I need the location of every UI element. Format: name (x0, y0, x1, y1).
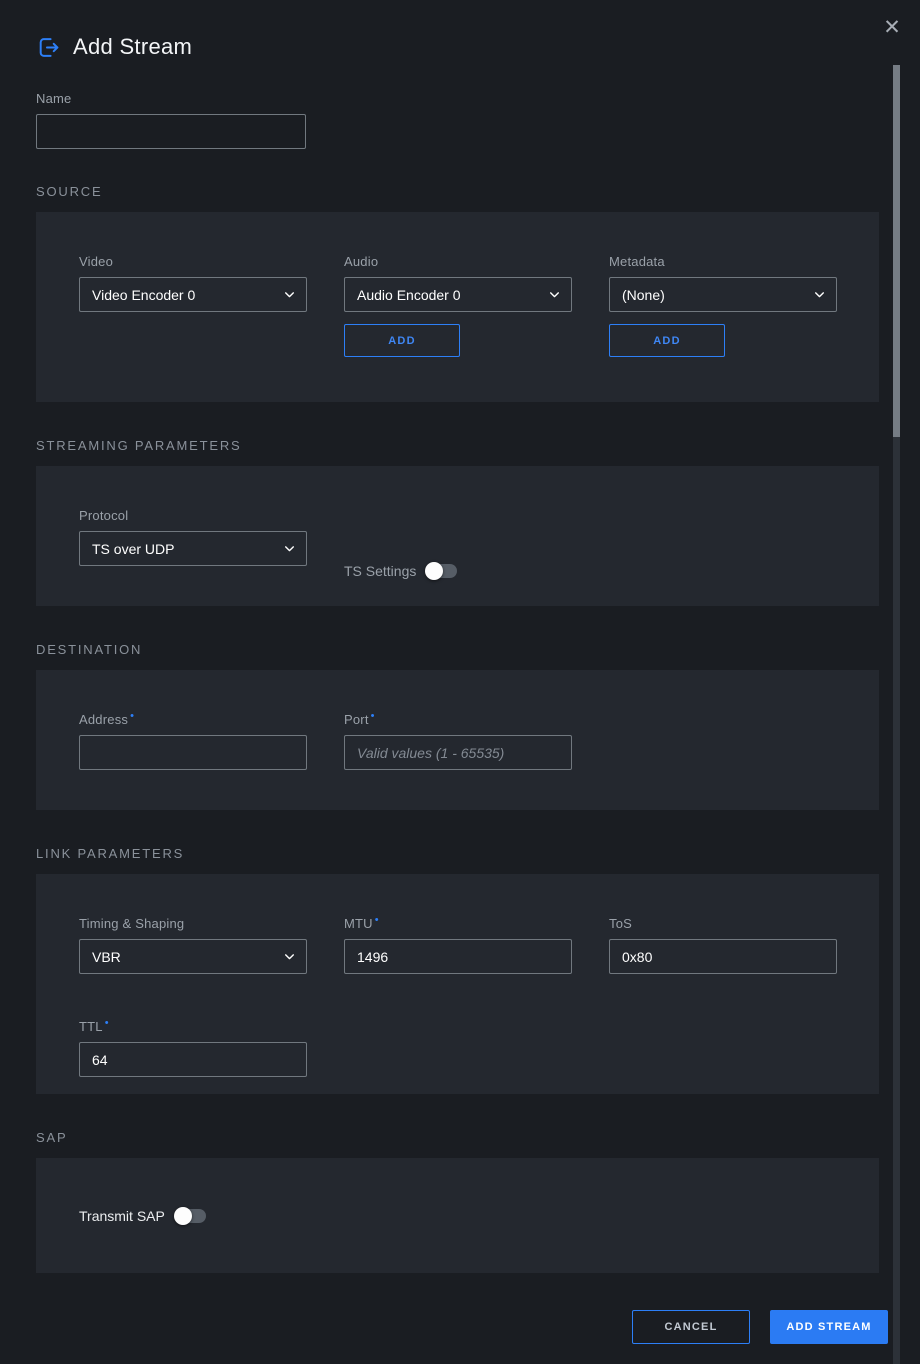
toggle-knob (425, 562, 443, 580)
add-metadata-button[interactable]: ADD (609, 324, 725, 357)
destination-section: DESTINATION Address• Port• (36, 642, 888, 810)
metadata-select[interactable]: (None) (609, 277, 837, 312)
close-icon: ✕ (883, 16, 901, 39)
transmit-sap-label: Transmit SAP (79, 1208, 165, 1224)
mtu-label: MTU• (344, 916, 572, 931)
protocol-select[interactable]: TS over UDP (79, 531, 307, 566)
add-audio-button[interactable]: ADD (344, 324, 460, 357)
audio-label: Audio (344, 254, 572, 269)
toggle-knob (174, 1207, 192, 1225)
audio-select[interactable]: Audio Encoder 0 (344, 277, 572, 312)
source-panel: Video Video Encoder 0 Audio Audio Encode… (36, 212, 879, 402)
mtu-input[interactable] (344, 939, 572, 974)
add-stream-dialog: ✕ Add Stream Name SOURCE Video Video Enc… (0, 0, 920, 1344)
destination-header: DESTINATION (36, 642, 888, 657)
video-select[interactable]: Video Encoder 0 (79, 277, 307, 312)
port-label: Port• (344, 712, 572, 727)
video-label: Video (79, 254, 307, 269)
protocol-select-value: TS over UDP (92, 541, 174, 557)
cancel-button[interactable]: CANCEL (632, 1310, 750, 1344)
required-indicator: • (371, 710, 375, 722)
ts-settings-label: TS Settings (344, 563, 416, 579)
ts-settings-group: TS Settings (344, 536, 572, 606)
address-input[interactable] (79, 735, 307, 770)
chevron-down-icon (548, 288, 561, 301)
protocol-field-group: Protocol TS over UDP (79, 508, 307, 606)
timing-shaping-field-group: Timing & Shaping VBR (79, 916, 307, 991)
port-input[interactable] (344, 735, 572, 770)
name-input[interactable] (36, 114, 306, 149)
stream-out-icon (36, 35, 61, 60)
timing-shaping-select[interactable]: VBR (79, 939, 307, 974)
chevron-down-icon (283, 542, 296, 555)
page-title: Add Stream (73, 34, 192, 60)
port-field-group: Port• (344, 712, 572, 810)
metadata-field-group: Metadata (None) ADD (609, 254, 837, 402)
link-parameters-section: LINK PARAMETERS Timing & Shaping VBR MTU… (36, 846, 888, 1094)
streaming-parameters-panel: Protocol TS over UDP TS Settings (36, 466, 879, 606)
required-indicator: • (130, 710, 134, 722)
link-parameters-panel: Timing & Shaping VBR MTU• ToS (36, 874, 879, 1094)
chevron-down-icon (283, 288, 296, 301)
required-indicator: • (105, 1017, 109, 1029)
source-section-header: SOURCE (36, 184, 888, 199)
video-field-group: Video Video Encoder 0 (79, 254, 307, 402)
ttl-label: TTL• (79, 1019, 307, 1034)
name-field-group: Name (36, 91, 306, 149)
streaming-parameters-section: STREAMING PARAMETERS Protocol TS over UD… (36, 438, 888, 606)
dialog-footer: CANCEL ADD STREAM (36, 1310, 888, 1344)
transmit-sap-toggle[interactable] (176, 1209, 206, 1223)
audio-field-group: Audio Audio Encoder 0 ADD (344, 254, 572, 402)
scrollbar-track[interactable] (893, 65, 900, 1364)
source-section: SOURCE Video Video Encoder 0 Audio Audio… (36, 184, 888, 402)
video-select-value: Video Encoder 0 (92, 287, 195, 303)
timing-shaping-label: Timing & Shaping (79, 916, 307, 931)
required-indicator: • (375, 914, 379, 926)
sap-header: SAP (36, 1130, 888, 1145)
scrollbar-thumb[interactable] (893, 65, 900, 437)
add-stream-button[interactable]: ADD STREAM (770, 1310, 888, 1344)
streaming-parameters-header: STREAMING PARAMETERS (36, 438, 888, 453)
chevron-down-icon (283, 950, 296, 963)
link-parameters-header: LINK PARAMETERS (36, 846, 888, 861)
transmit-sap-group: Transmit SAP (79, 1208, 836, 1224)
dialog-header: Add Stream (36, 34, 888, 60)
ttl-input[interactable] (79, 1042, 307, 1077)
timing-shaping-select-value: VBR (92, 949, 121, 965)
protocol-label: Protocol (79, 508, 307, 523)
mtu-field-group: MTU• (344, 916, 572, 991)
address-field-group: Address• (79, 712, 307, 810)
sap-section: SAP Transmit SAP (36, 1130, 888, 1273)
audio-select-value: Audio Encoder 0 (357, 287, 461, 303)
tos-label: ToS (609, 916, 837, 931)
metadata-select-value: (None) (622, 287, 665, 303)
sap-panel: Transmit SAP (36, 1158, 879, 1273)
metadata-label: Metadata (609, 254, 837, 269)
close-button[interactable]: ✕ (878, 14, 906, 42)
ttl-field-group: TTL• (79, 1019, 307, 1094)
destination-panel: Address• Port• (36, 670, 879, 810)
chevron-down-icon (813, 288, 826, 301)
name-label: Name (36, 91, 306, 106)
tos-field-group: ToS (609, 916, 837, 991)
ts-settings-toggle[interactable] (427, 564, 457, 578)
address-label: Address• (79, 712, 307, 727)
tos-input[interactable] (609, 939, 837, 974)
